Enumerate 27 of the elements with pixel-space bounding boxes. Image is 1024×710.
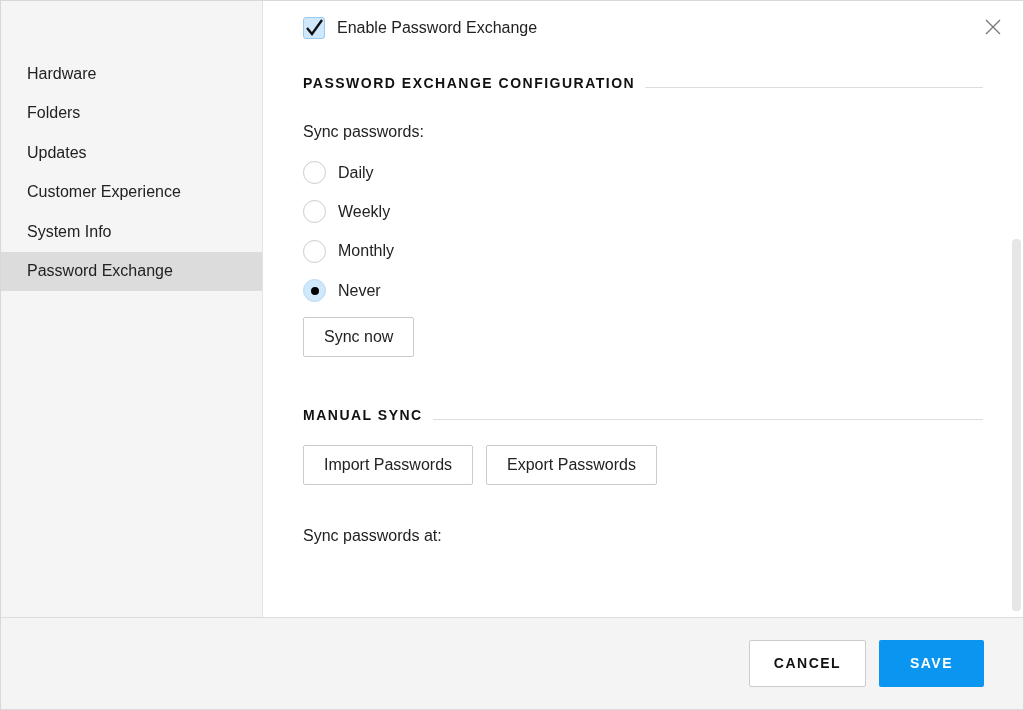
sidebar-item[interactable]: Customer Experience	[1, 172, 262, 212]
radio-label: Never	[338, 280, 381, 301]
section-heading: PASSWORD EXCHANGE CONFIGURATION	[303, 74, 636, 93]
checkbox[interactable]	[303, 17, 325, 39]
radio-button[interactable]	[303, 279, 326, 303]
sidebar-item[interactable]: Password Exchange	[1, 251, 262, 291]
radio-label: Weekly	[338, 201, 391, 222]
close-icon	[985, 19, 1001, 35]
sidebar-item[interactable]: Folders	[1, 93, 262, 133]
passwords-button[interactable]: Export Passwords	[486, 445, 657, 486]
sidebar-item[interactable]: Updates	[1, 133, 262, 173]
radio-button[interactable]	[303, 161, 326, 185]
radio-label: Monthly	[338, 241, 395, 262]
radio-label: Daily	[338, 162, 374, 183]
passwords-button[interactable]: Import Passwords	[303, 445, 474, 486]
section-heading: MANUAL SYNC	[303, 406, 423, 426]
check-icon	[305, 19, 323, 37]
checkbox-label: Enable Password Exchange	[337, 18, 538, 38]
sync-label: Sync passwords:	[303, 122, 425, 142]
cancel-button[interactable]: CANCEL	[749, 640, 866, 687]
sync-at-label: Sync passwords at:	[303, 526, 443, 547]
sidebar-item[interactable]: System Info	[1, 212, 262, 252]
close-button[interactable]	[983, 17, 1003, 37]
radio-button[interactable]	[303, 200, 326, 224]
sidebar-item[interactable]: Hardware	[1, 54, 262, 94]
sync-now-button[interactable]: Sync now	[303, 317, 415, 358]
radio-button[interactable]	[303, 239, 326, 263]
